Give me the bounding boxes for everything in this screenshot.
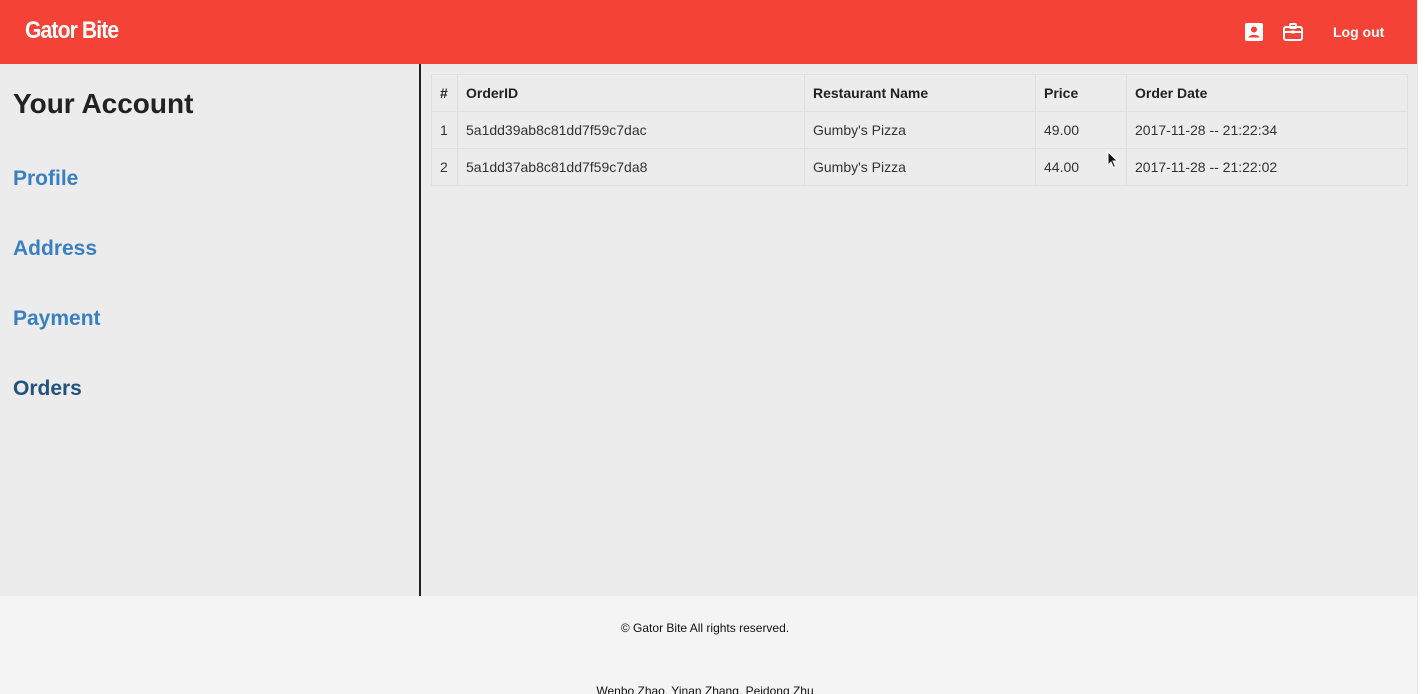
header-order-date: Order Date: [1126, 74, 1408, 112]
mouse-cursor-icon: [1107, 150, 1119, 169]
table-row[interactable]: 1 5a1dd39ab8c81dd7f59c7dac Gumby's Pizza…: [431, 111, 1408, 149]
copyright-text: © Gator Bite All rights reserved.: [620, 621, 790, 635]
sidebar-item-profile[interactable]: Profile: [13, 167, 78, 191]
orders-table: # OrderID Restaurant Name Price Order Da…: [431, 74, 1408, 186]
cell-restaurant: Gumby's Pizza: [804, 148, 1036, 186]
scrollbar[interactable]: [1417, 0, 1425, 694]
sidebar-item-payment[interactable]: Payment: [13, 307, 101, 331]
cell-order-date: 2017-11-28 -- 21:22:02: [1126, 148, 1408, 186]
cell-index: 2: [431, 148, 458, 186]
header-restaurant-name: Restaurant Name: [804, 74, 1036, 112]
table-header-row: # OrderID Restaurant Name Price Order Da…: [431, 74, 1408, 112]
page: Gator Bite Log out Your Account Profile …: [0, 0, 1425, 694]
page-footer: © Gator Bite All rights reserved. Wenbo …: [0, 596, 1418, 694]
cell-index: 1: [431, 111, 458, 149]
sidebar-item-orders[interactable]: Orders: [13, 377, 82, 401]
sidebar-title: Your Account: [13, 88, 194, 119]
top-navbar: Gator Bite Log out: [0, 0, 1418, 64]
cell-price: 49.00: [1035, 111, 1127, 149]
cell-order-date: 2017-11-28 -- 21:22:34: [1126, 111, 1408, 149]
table-row[interactable]: 2 5a1dd37ab8c81dd7f59c7da8 Gumby's Pizza…: [431, 148, 1408, 186]
authors-text: Wenbo Zhao, Yinan Zhang, Peidong Zhu: [596, 684, 814, 694]
briefcase-icon[interactable]: [1283, 22, 1303, 42]
header-index: #: [431, 74, 458, 112]
account-sidebar: Your Account Profile Address Payment Ord…: [0, 64, 421, 596]
cell-order-id: 5a1dd39ab8c81dd7f59c7dac: [457, 111, 805, 149]
header-price: Price: [1035, 74, 1127, 112]
orders-panel: # OrderID Restaurant Name Price Order Da…: [421, 64, 1418, 596]
contact-icon[interactable]: [1244, 22, 1264, 42]
header-order-id: OrderID: [457, 74, 805, 112]
brand-logo[interactable]: Gator Bite: [25, 17, 119, 45]
cell-order-id: 5a1dd37ab8c81dd7f59c7da8: [457, 148, 805, 186]
logout-link[interactable]: Log out: [1333, 24, 1384, 40]
cell-restaurant: Gumby's Pizza: [804, 111, 1036, 149]
sidebar-item-address[interactable]: Address: [13, 237, 97, 261]
